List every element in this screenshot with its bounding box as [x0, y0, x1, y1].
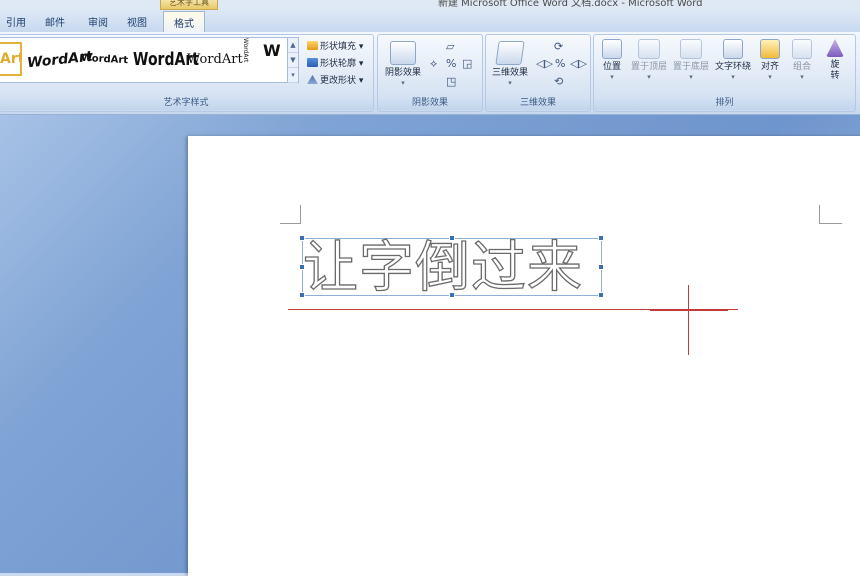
dropdown-arrow-icon: ▾ [647, 73, 651, 81]
bring-to-front-icon [638, 39, 660, 59]
three-d-effects-group: 三维效果 ▾ ⟳ ◁▷ % ◁▷ ⟲ 三维效果 [485, 34, 591, 112]
wordart-style-3[interactable]: WordArt [80, 42, 129, 78]
tilt-right-icon[interactable]: ◁▷ [570, 57, 587, 70]
dropdown-arrow-icon: ▾ [610, 73, 614, 81]
rotate-icon [826, 39, 844, 57]
align-icon [760, 39, 780, 59]
bring-to-front-label: 置于顶层 [630, 62, 667, 72]
position-icon [602, 39, 622, 59]
shape-outline-button[interactable]: 形状轮廓 ▾ [307, 56, 363, 69]
wordart-style-6[interactable]: WordArt [240, 38, 249, 78]
wordart-style-5[interactable]: WordArt [187, 43, 243, 77]
shadow-effects-group-label: 阴影效果 [378, 97, 482, 110]
window-title: 新建 Microsoft Office Word 文档.docx - Micro… [438, 0, 703, 9]
wordart-object[interactable]: 让字倒过来 [302, 234, 602, 300]
position-button[interactable]: 位置 ▾ [596, 39, 628, 81]
gallery-scroll-up-icon[interactable]: ▲ [288, 38, 298, 53]
group-icon [792, 39, 812, 59]
wordart-tools-context-tab[interactable]: 艺术字工具 [160, 0, 218, 10]
ribbon-tabs: 引用 邮件 审阅 视图 格式 [0, 10, 860, 33]
change-shape-button[interactable]: 更改形状 ▾ [307, 73, 363, 86]
three-d-effects-icon [495, 41, 525, 65]
resize-handle-top[interactable] [449, 235, 455, 241]
three-d-toggle-icon[interactable]: % [555, 57, 565, 70]
change-shape-label: 更改形状 [320, 76, 357, 86]
wordart-styles-group-label: 艺术字样式 [0, 97, 373, 110]
group-label: 组合 [792, 62, 811, 72]
tilt-left-icon[interactable]: ◁▷ [536, 57, 553, 70]
send-to-back-label: 置于底层 [672, 62, 709, 72]
shape-icon [307, 75, 318, 84]
title-bar: 新建 Microsoft Office Word 文档.docx - Micro… [0, 0, 860, 10]
paint-bucket-icon [307, 41, 318, 50]
tilt-down-icon[interactable]: ⟲ [554, 75, 563, 88]
wordart-style-gallery[interactable]: Art WordArt WordArt WordArt WordArt Word… [0, 37, 299, 83]
shadow-nudge-down-icon[interactable]: ◳ [446, 75, 456, 88]
text-wrapping-button[interactable]: 文字环绕 ▾ [712, 39, 754, 81]
align-label: 对齐 [760, 62, 779, 72]
tilt-up-icon[interactable]: ⟳ [554, 40, 563, 53]
dropdown-arrow-icon: ▾ [731, 73, 735, 81]
shape-fill-button[interactable]: 形状填充 ▾ [307, 39, 363, 52]
tab-mailings[interactable]: 邮件 [45, 14, 65, 29]
shape-fill-label: 形状填充 [320, 42, 357, 52]
wordart-style-7[interactable]: W [263, 34, 281, 68]
position-label: 位置 [602, 62, 621, 72]
document-page[interactable] [188, 136, 860, 576]
align-button[interactable]: 对齐 ▾ [754, 39, 786, 81]
shadow-effects-group: 阴影效果 ▾ ▱ ⟡ % ◲ ◳ 阴影效果 [377, 34, 483, 112]
dropdown-arrow-icon: ▾ [800, 73, 804, 81]
gallery-scrollbar[interactable]: ▲ ▼ ▾ [287, 38, 298, 83]
gallery-more-icon[interactable]: ▾ [288, 68, 298, 83]
wordart-styles-group: Art WordArt WordArt WordArt WordArt Word… [0, 34, 374, 112]
three-d-effects-label: 三维效果 [491, 68, 528, 78]
send-to-back-icon [680, 39, 702, 59]
tab-review[interactable]: 审阅 [88, 14, 108, 29]
tab-view[interactable]: 视图 [127, 14, 147, 29]
arrange-group: 位置 ▾ 置于顶层 ▾ 置于底层 ▾ 文字环绕 ▾ 对齐 ▾ 组合 ▾ 旋 转 … [593, 34, 856, 112]
tab-format[interactable]: 格式 [163, 11, 205, 32]
resize-handle-left[interactable] [299, 264, 305, 270]
margin-corner-top-right [819, 205, 842, 224]
text-wrapping-icon [723, 39, 743, 59]
crosshair-cursor-horizontal [650, 310, 728, 311]
shadow-effects-button[interactable]: 阴影效果 ▾ [382, 41, 424, 87]
rotate-button[interactable]: 旋 转 [820, 39, 850, 82]
rotate-label-line1: 旋 [830, 60, 840, 70]
resize-handle-bottom-left[interactable] [299, 292, 305, 298]
three-d-effects-group-label: 三维效果 [486, 97, 590, 110]
dropdown-arrow-icon: ▾ [508, 79, 512, 87]
resize-handle-right[interactable] [598, 264, 604, 270]
shape-outline-label: 形状轮廓 [320, 59, 357, 69]
resize-handle-bottom[interactable] [449, 292, 455, 298]
three-d-effects-button[interactable]: 三维效果 ▾ [488, 41, 532, 87]
bring-to-front-button[interactable]: 置于顶层 ▾ [628, 39, 670, 81]
ribbon: Art WordArt WordArt WordArt WordArt Word… [0, 32, 860, 115]
shadow-nudge-up-icon[interactable]: ▱ [446, 40, 454, 53]
dropdown-arrow-icon: ▾ [689, 73, 693, 81]
wordart-style-1[interactable]: Art [0, 42, 22, 76]
margin-corner-top-left [280, 205, 301, 224]
gallery-scroll-down-icon[interactable]: ▼ [288, 53, 298, 68]
resize-handle-top-left[interactable] [299, 235, 305, 241]
shadow-nudge-left-icon[interactable]: ⟡ [430, 57, 437, 71]
rotate-label-line2: 转 [830, 71, 840, 81]
send-to-back-button[interactable]: 置于底层 ▾ [670, 39, 712, 81]
shadow-nudge-right-icon[interactable]: ◲ [462, 57, 472, 70]
arrange-group-label: 排列 [594, 97, 855, 110]
shadow-toggle-icon[interactable]: % [446, 57, 456, 70]
tab-references[interactable]: 引用 [6, 14, 26, 29]
crosshair-cursor-vertical [688, 285, 689, 355]
dropdown-arrow-icon: ▾ [401, 79, 405, 87]
resize-handle-bottom-right[interactable] [598, 292, 604, 298]
dropdown-arrow-icon: ▾ [768, 73, 772, 81]
shadow-effects-label: 阴影效果 [384, 68, 421, 78]
resize-handle-top-right[interactable] [598, 235, 604, 241]
pencil-icon [307, 58, 318, 67]
group-button[interactable]: 组合 ▾ [786, 39, 818, 81]
shadow-effects-icon [390, 41, 416, 65]
text-wrapping-label: 文字环绕 [714, 62, 751, 72]
